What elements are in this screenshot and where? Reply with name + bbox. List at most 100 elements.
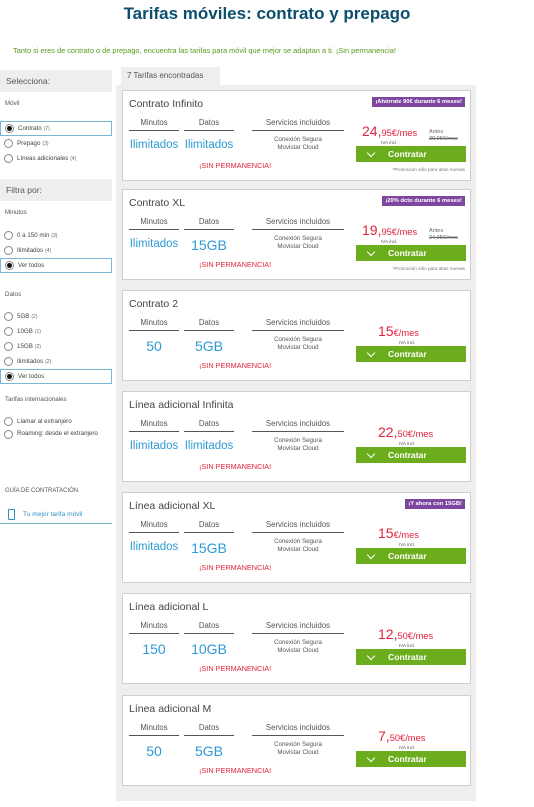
contratar-button[interactable]: Contratar: [356, 245, 466, 261]
radio-button[interactable]: [4, 154, 13, 163]
contratar-label: Contratar: [388, 551, 427, 561]
sin-permanencia-label: ¡SIN PERMANENCIA!: [199, 260, 272, 269]
radio-button[interactable]: [4, 417, 13, 426]
contratar-label: Contratar: [388, 652, 427, 662]
contratar-button[interactable]: Contratar: [356, 447, 466, 463]
chevron-down-icon: [366, 247, 376, 256]
filter-option[interactable]: Ilimitados (2): [0, 354, 112, 369]
filter-option-label: Ver todos: [18, 373, 45, 380]
contratar-button[interactable]: Contratar: [356, 751, 466, 767]
filter-option-count: (4): [45, 247, 52, 254]
radio-button[interactable]: [4, 312, 13, 321]
chevron-down-icon: [366, 148, 376, 157]
radio-button[interactable]: [5, 372, 14, 381]
minutos-header: Minutos: [129, 118, 179, 131]
filter-option[interactable]: Llamar al extranjero: [0, 414, 112, 429]
radio-button[interactable]: [5, 261, 14, 270]
tariff-card: Contrato Infinito Minutos Datos Servicios i…: [122, 90, 471, 181]
iva-label: IVA incl.: [399, 745, 416, 750]
price-decimal: 95€/mes: [381, 128, 418, 138]
filter-option[interactable]: 5GB (2): [0, 309, 112, 324]
servicios-header: Servicios incluidos: [252, 723, 344, 736]
included-services: Conexión Segura Movistar Cloud: [252, 235, 344, 251]
minutos-header: Minutos: [129, 723, 179, 736]
filter-option-count: (2): [45, 358, 52, 365]
filter-option[interactable]: Líneas adicionales (4): [0, 151, 112, 166]
minutes-value: 50: [146, 338, 162, 354]
datos-options: 5GB (2) 10GB (1) 15GB (2) Ilimitados (2) Ver tod…: [0, 309, 112, 384]
filter-option[interactable]: Ilimitados (4): [0, 243, 112, 258]
contratar-button[interactable]: Contratar: [356, 548, 466, 564]
contratar-button[interactable]: Contratar: [356, 346, 466, 362]
price-decimal: €/mes: [393, 530, 419, 540]
filter-option-count: (1): [34, 328, 41, 335]
data-value: 15GB: [191, 237, 227, 253]
selecciona-heading: Selecciona:: [0, 70, 112, 92]
filter-option[interactable]: Ver todos: [0, 369, 112, 384]
sin-permanencia-label: ¡SIN PERMANENCIA!: [199, 766, 272, 775]
service-conexion-segura: Conexión Segura: [274, 741, 322, 748]
radio-button[interactable]: [5, 124, 14, 133]
price-decimal: €/mes: [393, 328, 419, 338]
tu-mejor-tarifa-link[interactable]: Tu mejor tarifa móvil: [0, 506, 112, 524]
tariff-name: Línea adicional L: [129, 601, 209, 613]
minutes-value: 50: [146, 743, 162, 759]
movil-label: Móvil: [5, 100, 20, 107]
filter-option-count: (3): [42, 140, 49, 147]
price: 7,50€/mes: [378, 728, 425, 746]
filter-option-label: Roaming: desde el extranjero: [17, 430, 98, 437]
filter-option-count: (2): [31, 313, 38, 320]
filter-option[interactable]: Contrato (7): [0, 121, 112, 136]
price-integer: 24,: [362, 123, 382, 139]
radio-button[interactable]: [4, 231, 13, 240]
filtra-heading: Filtra por:: [0, 179, 112, 201]
tariff-card: Contrato 2 Minutos Datos Servicios incluido…: [122, 290, 471, 381]
promo-badge: ¡20% dcto durante 6 meses!: [382, 196, 465, 206]
iva-label: IVA incl.: [399, 643, 416, 648]
datos-header: Datos: [184, 118, 234, 131]
included-services: Conexión Segura Movistar Cloud: [252, 538, 344, 554]
radio-button[interactable]: [4, 246, 13, 255]
radio-button[interactable]: [4, 327, 13, 336]
radio-button[interactable]: [4, 357, 13, 366]
tariff-name: Línea adicional Infinita: [129, 399, 234, 411]
service-conexion-segura: Conexión Segura: [274, 136, 322, 143]
data-value: Ilimitados: [184, 139, 234, 151]
old-price: 24,95€/mes: [429, 235, 458, 241]
radio-button[interactable]: [4, 342, 13, 351]
price: 24,95€/mes: [362, 123, 417, 141]
filter-option[interactable]: Ver todos: [0, 258, 112, 273]
price: 15€/mes: [378, 525, 419, 543]
servicios-header: Servicios incluidos: [252, 419, 344, 432]
filter-option[interactable]: 15GB (2): [0, 339, 112, 354]
contratar-button[interactable]: Contratar: [356, 146, 466, 162]
minutes-value: Ilimitados: [129, 238, 179, 250]
data-value: 5GB: [194, 743, 223, 759]
price: 19,95€/mes: [362, 222, 417, 240]
radio-button[interactable]: [4, 430, 13, 439]
service-movistar-cloud: Movistar Cloud: [277, 243, 319, 250]
minutes-value: Ilimitados: [129, 541, 179, 553]
filter-option[interactable]: 0 a 150 min (3): [0, 228, 112, 243]
minutos-header: Minutos: [129, 520, 179, 533]
price: 12,50€/mes: [378, 626, 433, 644]
filter-option-label: 0 a 150 min: [17, 232, 50, 239]
filter-option[interactable]: 10GB (1): [0, 324, 112, 339]
movil-options: Contrato (7) Prepago (3) Líneas adicionales(…: [0, 121, 112, 166]
radio-button[interactable]: [4, 139, 13, 148]
price-integer: 19,: [362, 222, 382, 238]
filter-option-count: (3): [51, 232, 58, 239]
filter-option-count: (4): [70, 155, 77, 162]
service-conexion-segura: Conexión Segura: [274, 437, 322, 444]
filter-option[interactable]: Prepago (3): [0, 136, 112, 151]
included-services: Conexión Segura Movistar Cloud: [252, 136, 344, 152]
contratar-button[interactable]: Contratar: [356, 649, 466, 665]
minutos-header: Minutos: [129, 621, 179, 634]
price-decimal: 50€/mes: [397, 429, 434, 439]
contratar-label: Contratar: [388, 149, 427, 159]
chevron-down-icon: [366, 550, 376, 559]
service-movistar-cloud: Movistar Cloud: [277, 749, 319, 756]
filter-option[interactable]: Roaming: desde el extranjero: [0, 429, 112, 451]
servicios-header: Servicios incluidos: [252, 118, 344, 131]
page-title: Tarifas móviles: contrato y prepago: [123, 4, 411, 23]
